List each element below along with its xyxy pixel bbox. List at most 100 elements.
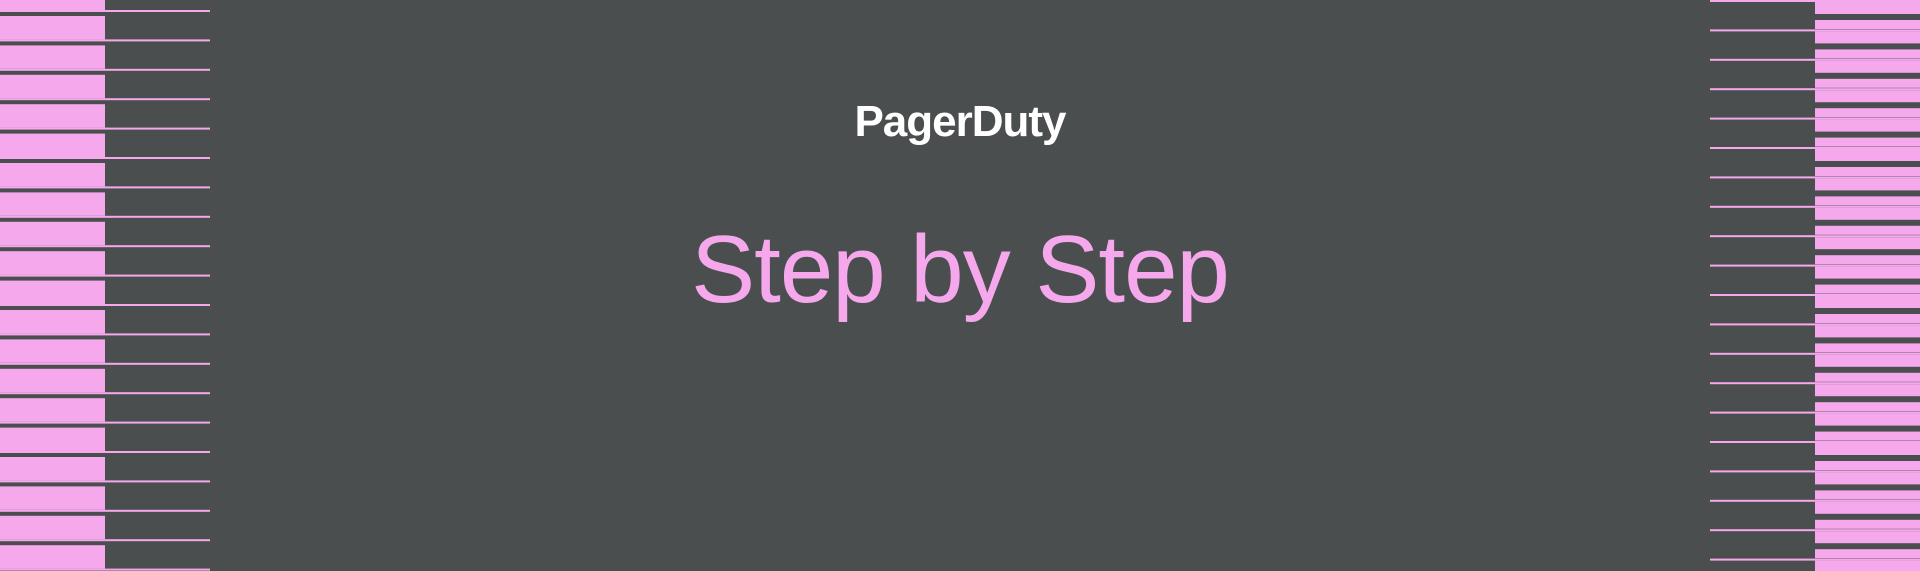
stripe-block [0,427,105,441]
stripe-line [0,362,210,365]
stripe-block [1815,49,1920,59]
stripe-block [1815,443,1920,455]
stripe-block [0,350,105,363]
stripe-block [1815,354,1920,367]
stripe-block [1815,225,1920,235]
stripe-block [0,409,105,422]
stripe-line [1710,58,1920,61]
stripe-line [0,157,210,159]
stripe-block [0,457,105,470]
stripe-block [1815,255,1920,265]
stripe-line [1710,205,1920,208]
stripe-block [0,527,105,540]
stripe-line [0,215,210,218]
stripe-line [1710,323,1920,326]
stripe-block [1815,149,1920,161]
stripe-line [1710,0,1920,2]
stripe-block [1815,237,1920,250]
stripe-line [1710,264,1920,267]
stripe-block [0,556,105,569]
stripe-block [0,56,105,69]
stripe-block [1815,461,1920,470]
stripe-block [1815,560,1920,571]
stripe-block [1815,314,1920,323]
stripe-block [0,515,105,529]
stripe-block [0,27,105,40]
stripe-block [0,45,105,59]
banner: PagerDuty Step by Step [0,0,1920,571]
stripe-block [1815,196,1920,206]
stripe-block [1815,296,1920,308]
stripe-line [1710,558,1920,561]
stripe-block [0,192,105,206]
stripe-line [0,186,210,189]
stripe-block [1815,519,1920,529]
stripe-line [0,333,210,336]
stripe-line [1710,176,1920,179]
stripe-block [1815,531,1920,544]
stripe-block [1815,284,1920,294]
stripe-block [0,380,105,393]
stripe-block [1815,119,1920,132]
right-stripe-decoration [1708,0,1920,571]
stripe-block [1815,60,1920,73]
stripe-block [1815,31,1920,44]
stripe-block [0,468,105,481]
stripe-block [1815,167,1920,176]
stripe-block [1815,108,1920,118]
stripe-block [0,486,105,500]
stripe-block [0,321,105,334]
stripe-block [1815,413,1920,426]
stripe-block [1815,2,1920,14]
stripe-block [1815,549,1920,559]
stripe-block [0,16,105,29]
stripe-block [0,439,105,451]
stripe-block [0,398,105,412]
stripe-line [1710,382,1920,385]
stripe-block [0,0,105,10]
stripe-block [1815,266,1920,279]
stripe-block [1815,137,1920,147]
stripe-block [1815,207,1920,220]
stripe-block [0,145,105,157]
stripe-line [0,509,210,512]
stripe-line [0,539,210,542]
stripe-block [1815,90,1920,103]
pagerduty-logo: PagerDuty [854,97,1066,146]
stripe-block [1815,20,1920,29]
stripe-block [1815,178,1920,191]
stripe-line [1710,411,1920,414]
stripe-block [0,497,105,510]
stripe-block [0,339,105,353]
stripe-line [1710,88,1920,91]
stripe-line [0,39,210,42]
stripe-line [1710,117,1920,120]
stripe-line [1710,441,1920,443]
stripe-line [1710,294,1920,296]
stripe-line [0,10,210,12]
stripe-line [1710,499,1920,502]
stripe-block [1815,472,1920,485]
stripe-line [1710,470,1920,473]
stripe-block [0,545,105,559]
stripe-line [1710,147,1920,149]
stripe-line [1710,235,1920,238]
stripe-line [0,568,210,571]
stripe-block [1815,501,1920,514]
stripe-block [1815,402,1920,412]
stripe-line [1710,529,1920,532]
stripe-block [1815,78,1920,88]
stripe-line [0,451,210,453]
stripe-line [1710,352,1920,355]
stripe-block [1815,372,1920,382]
stripe-line [0,421,210,424]
stripe-block [1815,431,1920,441]
stripe-line [1710,29,1920,32]
stripe-block [0,163,105,176]
stripe-block [1815,490,1920,500]
stripe-block [0,203,105,216]
stripe-block [1815,384,1920,397]
stripe-block [1815,325,1920,338]
stripe-block [0,86,105,99]
stripe-line [0,68,210,71]
